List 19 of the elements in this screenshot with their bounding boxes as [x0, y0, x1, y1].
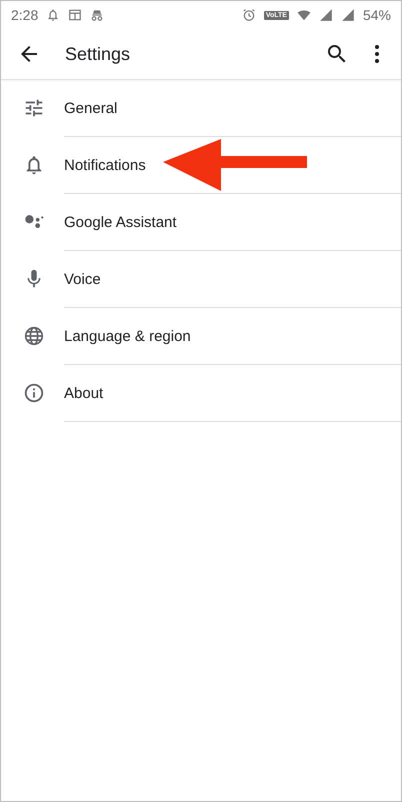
- settings-item[interactable]: Voice: [64, 270, 101, 288]
- globe-icon: [23, 325, 45, 347]
- info-icon: [23, 382, 45, 404]
- signal-icon: [340, 8, 355, 22]
- calendar-icon: [68, 8, 82, 22]
- battery-percent: 54%: [362, 7, 391, 23]
- alarm-icon: [242, 8, 256, 22]
- status-time: 2:28: [11, 7, 38, 23]
- settings-item[interactable]: Google Assistant: [64, 214, 177, 230]
- wifi-icon: [296, 8, 311, 22]
- page-title: Settings: [65, 44, 132, 64]
- settings-item[interactable]: Notifications: [64, 156, 146, 174]
- incognito-icon: [90, 8, 104, 22]
- settings-item[interactable]: Language & region: [64, 328, 191, 344]
- bell-icon: [46, 8, 60, 22]
- signal-icon: [318, 8, 333, 22]
- settings-item[interactable]: General: [64, 100, 118, 116]
- sliders-icon: [23, 97, 45, 119]
- settings-item[interactable]: About: [64, 384, 104, 402]
